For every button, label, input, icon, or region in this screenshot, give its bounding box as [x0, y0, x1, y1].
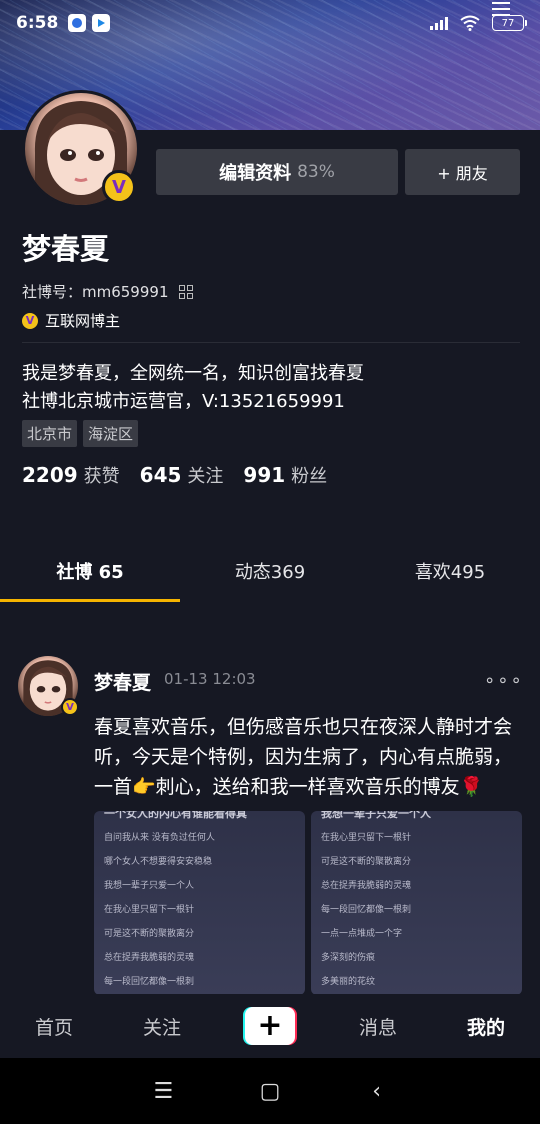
account-id-row: 社博号：mm659991 [22, 281, 193, 302]
status-time: 6:58 [16, 13, 59, 33]
lyric-line: 每一段回忆都像一根刺 [321, 905, 412, 915]
stat-label: 粉丝 [291, 466, 328, 487]
verified-label: 互联网博主 [45, 312, 121, 330]
profile-completion: 83% [297, 162, 335, 182]
more-options-icon[interactable]: ∘∘∘ [484, 670, 524, 691]
qr-code-icon[interactable] [178, 284, 193, 299]
stat-followers[interactable]: 991 粉丝 [243, 462, 327, 488]
lyric-line: 在我心里只留下一根针 [104, 905, 195, 915]
recent-apps-icon[interactable]: ☰ [148, 1079, 178, 1104]
verified-badge-icon: V [102, 170, 136, 204]
lyric-line: 每一段回忆都像一根刺 [104, 977, 195, 987]
lyric-line: 自问我从来 没有负过任何人 [104, 833, 215, 843]
lyric-line: 我想一辈子只爱一个人 [104, 881, 195, 891]
stat-label: 关注 [187, 466, 224, 487]
nav-me[interactable]: 我的 [432, 1013, 540, 1040]
bio-line: 社博北京城市运营官，V:13521659991 [22, 391, 345, 412]
bio-line: 我是梦春夏，全网统一名，知识创富找春夏 [22, 363, 364, 384]
tag-district[interactable]: 海淀区 [83, 420, 139, 447]
edit-profile-button[interactable]: 编辑资料 83% [156, 149, 398, 195]
post-images: 一个女人的内心有谁能看得真 自问我从来 没有负过任何人 哪个女人不想要得安安稳稳… [94, 811, 522, 995]
verified-badge-icon: V [61, 698, 79, 716]
post-time: 01-13 12:03 [164, 670, 256, 688]
verification-row: V 互联网博主 [22, 310, 120, 331]
nav-create[interactable]: + [216, 1007, 324, 1045]
nav-home[interactable]: 首页 [0, 1013, 108, 1040]
lyric-line: 可是这不断的聚散离分 [104, 929, 195, 939]
tab-activity[interactable]: 动态369 [180, 540, 360, 602]
lyric-line: 多美丽的花纹 [321, 977, 376, 987]
play-notification-icon [92, 14, 111, 32]
nav-messages[interactable]: 消息 [324, 1013, 432, 1040]
post-image[interactable]: 一个女人的内心有谁能看得真 自问我从来 没有负过任何人 哪个女人不想要得安安稳稳… [94, 811, 305, 995]
system-navigation-bar: ☰ ▢ ‹ [0, 1058, 540, 1124]
lyric-heading: 我想一辈子只爱一个人 [321, 811, 431, 819]
location-tags: 北京市 海淀区 [22, 420, 139, 447]
create-plus-icon: + [243, 1007, 297, 1045]
profile-stats: 2209 获赞 645 关注 991 粉丝 [22, 462, 327, 488]
post-text: 春夏喜欢音乐，但伤感音乐也只在夜深人静时才会听，今天是个特例，因为生病了，内心有… [94, 716, 513, 798]
profile-tabs: 社博 65 动态369 喜欢495 [0, 540, 540, 602]
lyric-line: 哪个女人不想要得安安稳稳 [104, 857, 213, 867]
status-right: 77 [430, 15, 527, 31]
nav-follow[interactable]: 关注 [108, 1013, 216, 1040]
bottom-navigation: 首页 关注 + 消息 我的 [0, 994, 540, 1058]
profile-name: 梦春夏 [22, 232, 110, 266]
lyric-line: 总在捉弄我脆弱的灵魂 [321, 881, 412, 891]
edit-profile-label: 编辑资料 [219, 163, 292, 184]
verified-small-icon: V [22, 312, 38, 329]
home-icon[interactable]: ▢ [255, 1079, 285, 1104]
lyric-line: 可是这不断的聚散离分 [321, 857, 412, 867]
lyric-line: 在我心里只留下一根针 [321, 833, 412, 843]
back-icon[interactable]: ‹ [362, 1079, 392, 1104]
stat-value: 991 [243, 463, 286, 487]
lyric-heading: 一个女人的内心有谁能看得真 [104, 811, 247, 819]
stat-likes[interactable]: 2209 获赞 [22, 462, 120, 488]
post-author-name[interactable]: 梦春夏 [94, 668, 151, 695]
notification-icons [68, 14, 111, 32]
app-notification-icon [68, 14, 87, 32]
stat-value: 2209 [22, 463, 78, 487]
lyric-line: 总在捉弄我脆弱的灵魂 [104, 953, 195, 963]
divider [22, 342, 520, 343]
tab-likes[interactable]: 喜欢495 [360, 540, 540, 602]
stat-following[interactable]: 645 关注 [140, 462, 224, 488]
signal-icon [430, 16, 448, 30]
menu-icon[interactable] [492, 2, 510, 16]
account-id: 社博号：mm659991 [22, 283, 169, 301]
post-image[interactable]: 我想一辈子只爱一个人 在我心里只留下一根针 可是这不断的聚散离分 总在捉弄我脆弱… [311, 811, 522, 995]
tag-city[interactable]: 北京市 [22, 420, 78, 447]
lyric-line: 一点一点堆成一个字 [321, 929, 403, 939]
stat-value: 645 [139, 463, 182, 487]
tab-posts[interactable]: 社博 65 [0, 540, 180, 602]
wifi-icon [460, 15, 480, 31]
stat-label: 获赞 [83, 466, 120, 487]
profile-bio: 我是梦春夏，全网统一名，知识创富找春夏 社博北京城市运营官，V:13521659… [22, 360, 364, 416]
battery-icon: 77 [492, 15, 527, 31]
status-bar: 6:58 77 [0, 0, 540, 46]
add-friend-button[interactable]: + 朋友 [405, 149, 520, 195]
battery-level: 77 [501, 17, 515, 29]
lyric-line: 多深刻的伤痕 [321, 953, 376, 963]
